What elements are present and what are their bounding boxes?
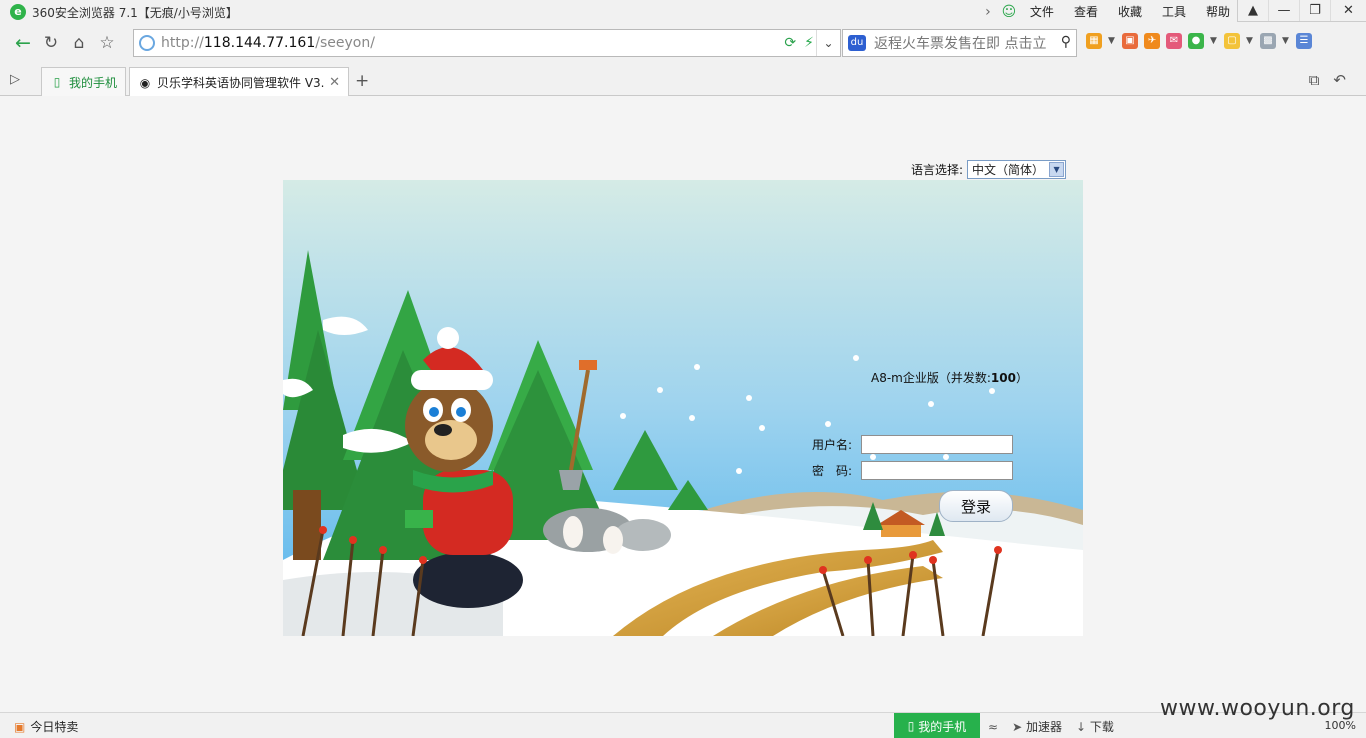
my-phone-label: 我的手机 (918, 719, 967, 734)
menu-help[interactable]: 帮助 (1198, 0, 1238, 24)
flight-icon[interactable]: ✈ (1144, 33, 1160, 49)
language-label: 语言选择: (911, 163, 964, 177)
gift-icon: ▣ (14, 719, 26, 734)
calendar-icon[interactable]: ▣ (1122, 33, 1138, 49)
username-input[interactable] (861, 435, 1013, 454)
browser-logo-icon: e (10, 4, 26, 20)
tab-close-icon[interactable]: ✕ (329, 75, 340, 90)
watermark-text: www.wooyun.org (1160, 696, 1355, 721)
phone-icon: ▯ (53, 75, 61, 89)
menu-file[interactable]: 文件 (1022, 0, 1062, 24)
apps-icon[interactable]: ▦ (1086, 33, 1102, 49)
search-box[interactable]: du 返程火车票发售在即 点击立 ⚲ (842, 29, 1077, 57)
tab-my-phone[interactable]: ▯ 我的手机 (41, 67, 126, 96)
home-button[interactable]: ⌂ (65, 29, 93, 57)
skin-icon[interactable]: ▲ (1238, 0, 1269, 21)
edition-info: A8-m企业版（并发数:100） (871, 371, 1028, 385)
tab-bar: ▷ ▯ 我的手机 ◉ 贝乐学科英语协同管理软件 V3. ✕ + ⧉ ↶ (0, 62, 1366, 97)
shield-icon[interactable]: ● (1188, 33, 1204, 49)
dropdown-arrow-icon[interactable]: ▼ (1049, 162, 1065, 177)
menu-tools[interactable]: 工具 (1154, 0, 1194, 24)
maximize-button[interactable]: ❐ (1300, 0, 1331, 21)
favorite-star-button[interactable]: ☆ (93, 29, 121, 57)
user-icon[interactable]: ☺ (1000, 3, 1018, 21)
tab-label: 贝乐学科英语协同管理软件 V3. (157, 76, 325, 90)
address-bar[interactable]: http://118.144.77.161/seeyon/ ⟳ ⚡ ⌄ (133, 29, 841, 57)
refresh-button[interactable]: ↻ (37, 29, 65, 57)
password-input[interactable] (861, 461, 1013, 480)
navigation-bar: ← ↻ ⌂ ☆ http://118.144.77.161/seeyon/ ⟳ … (0, 24, 1366, 62)
menu-bar: › ☺ 文件 查看 收藏 工具 帮助 (980, 0, 1238, 24)
back-button[interactable]: ← (9, 29, 37, 57)
speed-mode-icon[interactable]: ⚡ (804, 35, 814, 51)
rocket-icon: ➤ (1012, 720, 1023, 734)
search-input[interactable]: 返程火车票发售在即 点击立 (874, 33, 1054, 53)
mail-icon[interactable]: ✉ (1166, 33, 1182, 49)
search-engine-icon[interactable]: du (848, 35, 866, 51)
extension-bar: ▦ ▼ ▣ ✈ ✉ ● ▼ ▢ ▼ ▩ ▼ ☰ (1086, 33, 1312, 49)
incognito-icon: ◉ (139, 75, 151, 90)
tab-active[interactable]: ◉ 贝乐学科英语协同管理软件 V3. ✕ (129, 67, 349, 97)
language-value: 中文（简体） (972, 163, 1045, 177)
menu-favorites[interactable]: 收藏 (1110, 0, 1150, 24)
image-icon[interactable]: ▩ (1260, 33, 1276, 49)
screenshot-icon[interactable]: ▢ (1224, 33, 1240, 49)
winter-scene-illustration (283, 180, 1083, 636)
page-content: 语言选择: 中文（简体） ▼ A8-m企业版（并发数:100） 用户名: 密 码… (0, 96, 1366, 712)
sidebar-toggle-icon[interactable]: ▷ (10, 72, 20, 87)
language-select[interactable]: 中文（简体） ▼ (967, 160, 1067, 179)
login-button[interactable]: 登录 (939, 490, 1013, 522)
compat-mode-icon[interactable]: ⟳ (784, 35, 796, 51)
download-button[interactable]: ↓ 下载 (1076, 718, 1114, 735)
address-dropdown-icon[interactable]: ⌄ (816, 30, 840, 56)
my-phone-button[interactable]: ▯ 我的手机 (894, 713, 980, 738)
chevron-right-icon[interactable]: › (980, 4, 996, 20)
today-deals-label: 今日特卖 (30, 720, 79, 734)
wifi-icon[interactable]: ≈ (988, 720, 998, 734)
globe-icon (139, 35, 155, 51)
today-deals[interactable]: ▣ 今日特卖 (14, 718, 78, 735)
download-icon: ↓ (1075, 720, 1087, 734)
title-bar: e 360安全浏览器 7.1【无痕/小号浏览】 › ☺ 文件 查看 收藏 工具 … (0, 0, 1366, 24)
username-label: 用户名: (812, 438, 853, 452)
menu-view[interactable]: 查看 (1066, 0, 1106, 24)
window-controls: ▲ — ❐ ✕ (1237, 0, 1366, 22)
password-label: 密 码: (812, 464, 853, 478)
close-button[interactable]: ✕ (1331, 0, 1366, 21)
minimize-button[interactable]: — (1269, 0, 1300, 21)
window-title: 360安全浏览器 7.1【无痕/小号浏览】 (32, 5, 238, 20)
accelerator-button[interactable]: ➤ 加速器 (1012, 718, 1062, 735)
phone-icon: ▯ (907, 719, 915, 733)
search-icon[interactable]: ⚲ (1061, 34, 1071, 50)
language-selector-row: 语言选择: 中文（简体） ▼ (911, 160, 1067, 179)
tab-list-icon[interactable]: ⧉ (1309, 71, 1320, 89)
undo-close-icon[interactable]: ↶ (1333, 71, 1346, 89)
menu-settings-icon[interactable]: ☰ (1296, 33, 1312, 49)
tab-label: 我的手机 (68, 75, 117, 90)
login-panel: A8-m企业版（并发数:100） 用户名: 密 码: 登录 (283, 180, 1083, 636)
new-tab-button[interactable]: + (355, 71, 369, 91)
url-text[interactable]: http://118.144.77.161/seeyon/ (161, 35, 375, 51)
